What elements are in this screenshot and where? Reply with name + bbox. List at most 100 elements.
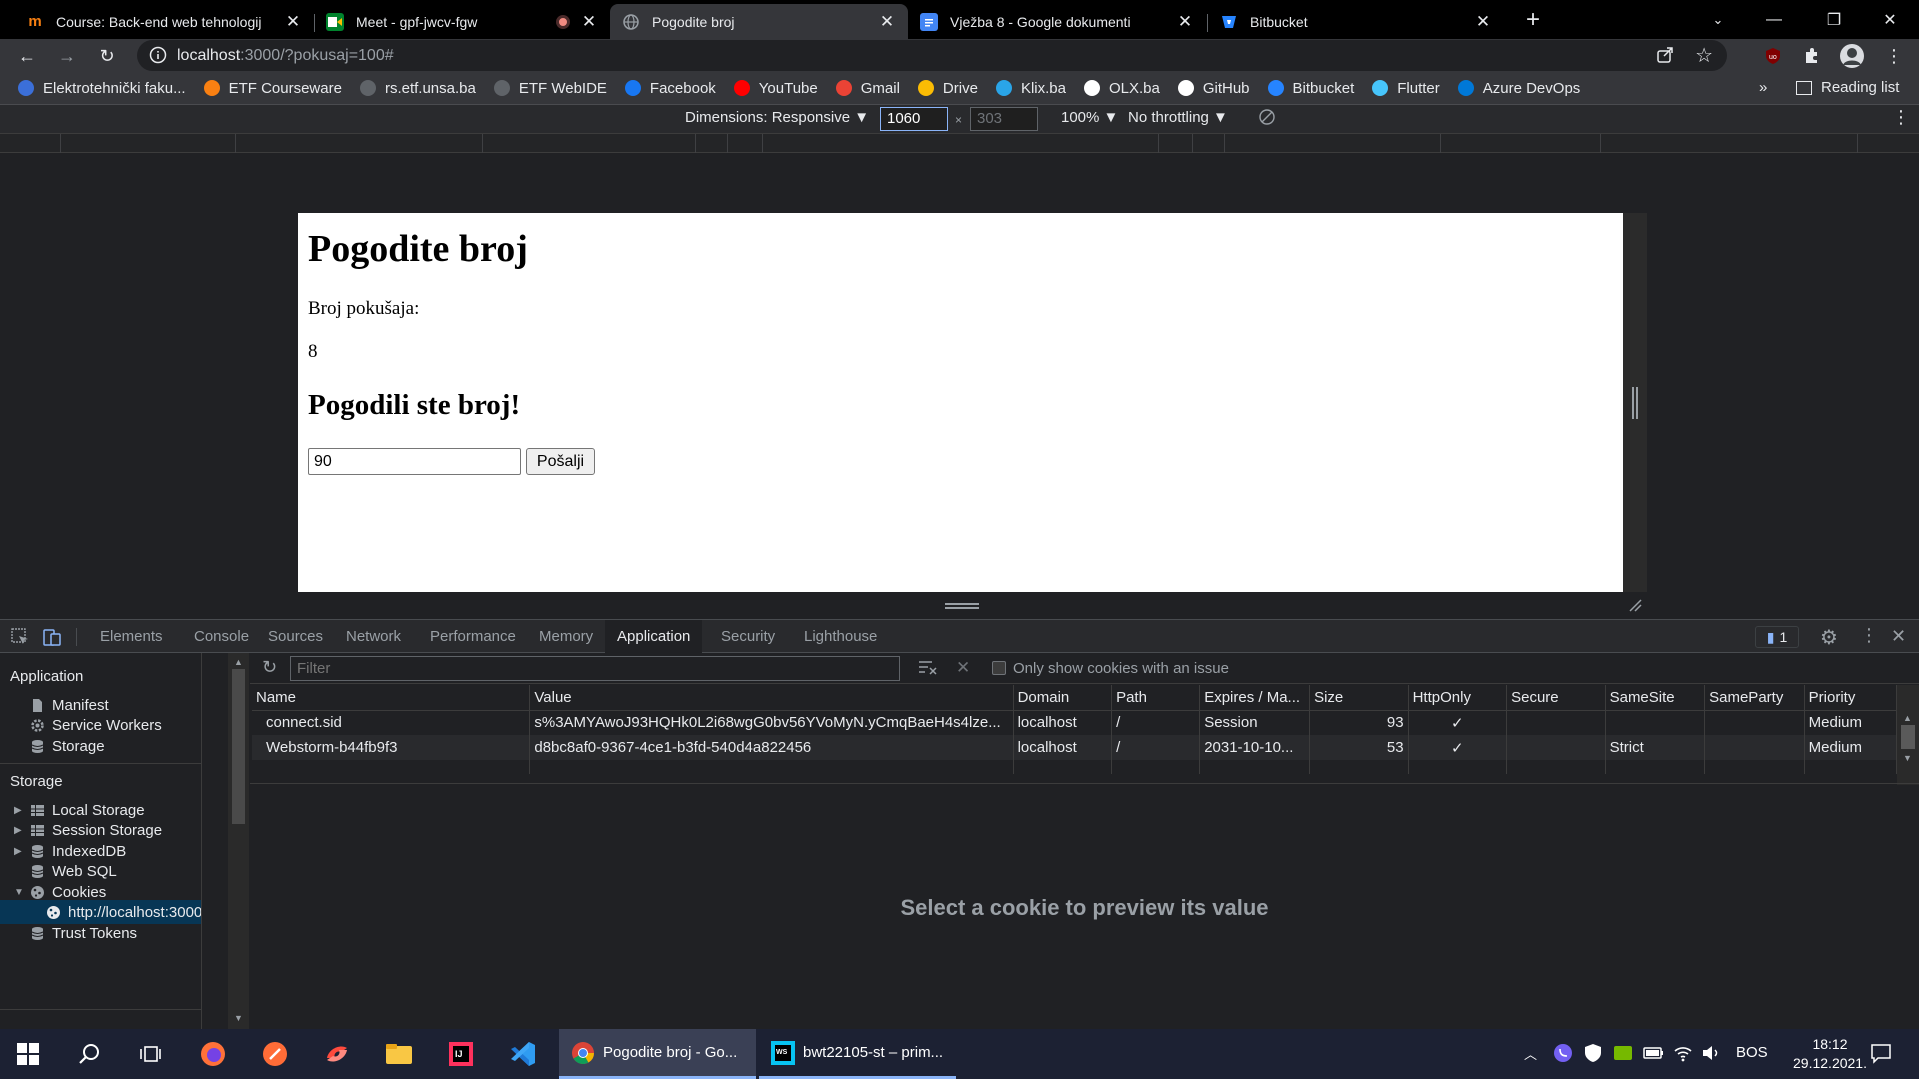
tab-search-icon[interactable]: ⌄	[1690, 0, 1746, 39]
close-devtools-icon[interactable]: ✕	[1891, 626, 1906, 647]
close-window-button[interactable]: ✕	[1862, 0, 1918, 39]
bookmark-elektrotehni-ki-faku[interactable]: Elektrotehnički faku...	[18, 80, 186, 97]
devtools-tab-network[interactable]: Network	[334, 620, 413, 653]
column-header[interactable]: Priority	[1804, 685, 1898, 711]
devtools-menu-icon[interactable]: ⋮	[1860, 625, 1878, 646]
reload-button[interactable]: ↻	[93, 42, 121, 70]
devtools-tab-security[interactable]: Security	[709, 620, 787, 653]
column-header[interactable]: Path	[1111, 685, 1201, 711]
submit-button[interactable]: Pošalji	[526, 448, 595, 475]
intellij-icon[interactable]: IJ	[445, 1038, 477, 1070]
clear-filtered-icon[interactable]	[918, 659, 938, 677]
column-header[interactable]: Domain	[1013, 685, 1113, 711]
column-header[interactable]: Name	[252, 685, 531, 711]
windows-start-icon[interactable]	[12, 1038, 44, 1070]
resize-corner-icon[interactable]	[1628, 598, 1642, 612]
inspect-element-icon[interactable]	[10, 627, 30, 647]
expand-arrow-icon[interactable]: ▶	[14, 846, 22, 857]
taskbar-app-webstorm[interactable]: WS bwt22105-st – prim...	[759, 1029, 956, 1079]
bookmark-github[interactable]: GitHub	[1177, 80, 1250, 97]
git-client-icon[interactable]	[321, 1038, 353, 1070]
expand-arrow-icon[interactable]: ▶	[14, 825, 22, 836]
wifi-icon[interactable]	[1673, 1043, 1693, 1063]
input-language[interactable]: BOS	[1736, 1044, 1768, 1061]
table-row[interactable]: Webstorm-b44fb9f3 d8bc8af0-9367-4ce1-b3fd…	[252, 735, 1898, 760]
extensions-icon[interactable]	[1797, 42, 1825, 70]
scroll-up-icon[interactable]: ▲	[1903, 713, 1912, 723]
viewport-height-input[interactable]: 303	[970, 107, 1038, 131]
expand-arrow-icon[interactable]: ▶	[14, 805, 22, 816]
resize-handle-bottom[interactable]	[945, 603, 979, 605]
task-view-icon[interactable]	[134, 1038, 166, 1070]
guess-input[interactable]	[308, 448, 521, 475]
column-header[interactable]: SameParty	[1704, 685, 1805, 711]
settings-gear-icon[interactable]: ⚙	[1820, 625, 1838, 650]
postman-icon[interactable]	[259, 1038, 291, 1070]
column-header[interactable]: Secure	[1506, 685, 1606, 711]
show-hidden-icons[interactable]: ︿	[1524, 1044, 1537, 1063]
forward-button[interactable]: →	[53, 42, 81, 70]
collapse-arrow-icon[interactable]: ▼	[14, 887, 24, 898]
browser-tab-meet[interactable]: Meet - gpf-jwcv-fgw ✕	[314, 4, 610, 39]
device-toggle-icon[interactable]	[42, 627, 62, 647]
close-icon[interactable]: ✕	[1474, 12, 1492, 32]
scroll-down-icon[interactable]: ▼	[1903, 753, 1912, 763]
devtools-tab-lighthouse[interactable]: Lighthouse	[792, 620, 889, 653]
throttling-dropdown[interactable]: No throttling ▼	[1128, 109, 1228, 126]
column-header[interactable]: HttpOnly	[1408, 685, 1508, 711]
bookmark-star-icon[interactable]: ☆	[1695, 43, 1713, 68]
search-icon[interactable]	[73, 1038, 105, 1070]
bookmark-rs-etf-unsa-ba[interactable]: rs.etf.unsa.ba	[359, 80, 476, 97]
issues-badge[interactable]: ▮ 1	[1755, 626, 1799, 648]
delete-icon[interactable]: ✕	[956, 658, 970, 678]
viber-icon[interactable]	[1553, 1043, 1573, 1063]
restore-button[interactable]: ❐	[1806, 0, 1862, 39]
browser-tab-bitbucket[interactable]: Bitbucket ✕	[1208, 4, 1504, 39]
address-bar[interactable]: localhost:3000/?pokusaj=100# ☆	[137, 40, 1727, 71]
bookmark-youtube[interactable]: YouTube	[733, 80, 818, 97]
bookmark-facebook[interactable]: Facebook	[624, 80, 716, 97]
browser-tab-google-docs[interactable]: Vježba 8 - Google dokumenti ✕	[908, 4, 1206, 39]
browser-menu-icon[interactable]: ⋮	[1880, 42, 1908, 70]
bookmark-etf-courseware[interactable]: ETF Courseware	[203, 80, 342, 97]
notifications-icon[interactable]	[1870, 1042, 1892, 1064]
bookmark-gmail[interactable]: Gmail	[835, 80, 900, 97]
close-icon[interactable]: ✕	[284, 12, 302, 32]
battery-icon[interactable]	[1643, 1044, 1665, 1062]
sidebar-scrollbar[interactable]: ▲ ▼	[228, 653, 249, 1029]
bookmark-drive[interactable]: Drive	[917, 80, 978, 97]
scrollbar-thumb[interactable]	[232, 669, 245, 824]
browser-tab-pogodite-broj[interactable]: Pogodite broj ✕	[610, 4, 908, 39]
viewport-width-input[interactable]: 1060	[880, 107, 948, 131]
zoom-dropdown[interactable]: 100% ▼	[1061, 109, 1118, 126]
bookmark-olx-ba[interactable]: OLX.ba	[1083, 80, 1160, 97]
devtools-tab-performance[interactable]: Performance	[418, 620, 528, 653]
sidebar-item-storage[interactable]: Storage	[30, 734, 105, 758]
refresh-icon[interactable]: ↻	[262, 657, 277, 678]
taskbar-app-chrome[interactable]: Pogodite broj - Go...	[559, 1029, 756, 1079]
new-tab-button[interactable]: +	[1505, 0, 1561, 39]
devtools-tab-console[interactable]: Console	[182, 620, 261, 653]
only-issues-checkbox[interactable]	[992, 661, 1006, 675]
devtools-tab-elements[interactable]: Elements	[88, 620, 175, 653]
share-icon[interactable]	[1655, 45, 1675, 65]
scroll-down-icon[interactable]: ▼	[234, 1013, 243, 1023]
bookmark-klix-ba[interactable]: Klix.ba	[995, 80, 1066, 97]
resize-handle-right[interactable]	[1632, 387, 1634, 419]
table-scrollbar[interactable]: ▲ ▼	[1897, 685, 1919, 785]
security-shield-icon[interactable]	[1583, 1043, 1603, 1063]
close-icon[interactable]: ✕	[1176, 12, 1194, 32]
dimensions-dropdown[interactable]: Dimensions: Responsive ▼	[685, 109, 869, 126]
column-header[interactable]: Value	[529, 685, 1014, 711]
devtools-tab-memory[interactable]: Memory	[527, 620, 605, 653]
column-header[interactable]: Expires / Ma...	[1199, 685, 1311, 711]
column-header[interactable]: Size	[1309, 685, 1409, 711]
file-explorer-icon[interactable]	[383, 1038, 415, 1070]
bookmark-etf-webide[interactable]: ETF WebIDE	[493, 80, 607, 97]
nvidia-icon[interactable]	[1613, 1043, 1633, 1063]
profile-avatar[interactable]	[1838, 42, 1866, 70]
info-icon[interactable]	[149, 46, 167, 64]
volume-icon[interactable]	[1701, 1043, 1721, 1063]
column-header[interactable]: SameSite	[1605, 685, 1706, 711]
firefox-icon[interactable]	[197, 1038, 229, 1070]
